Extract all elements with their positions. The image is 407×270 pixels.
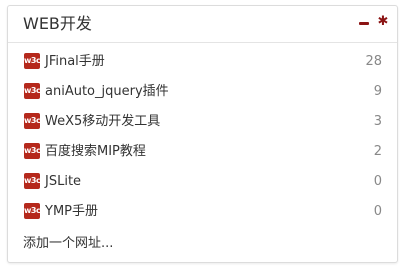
item-label[interactable]: aniAuto_jquery插件	[45, 83, 169, 101]
item-label[interactable]: WeX5移动开发工具	[45, 113, 160, 131]
list-item[interactable]: w3c YMP手册 0	[8, 198, 397, 228]
web-dev-panel: WEB开发 ✱ w3c JFinal手册 28 w3c aniAuto_jque…	[7, 5, 398, 263]
panel-title: WEB开发	[23, 14, 92, 33]
panel-header: WEB开发 ✱	[8, 6, 397, 43]
w3c-icon: w3c	[24, 113, 40, 129]
w3c-icon: w3c	[24, 203, 40, 219]
w3c-icon: w3c	[24, 173, 40, 189]
list-item[interactable]: w3c 百度搜索MIP教程 2	[8, 138, 397, 168]
bookmark-list: w3c JFinal手册 28 w3c aniAuto_jquery插件 9 w…	[8, 48, 397, 228]
gear-icon[interactable]: ✱	[376, 14, 390, 30]
item-count: 2	[373, 144, 382, 159]
item-label[interactable]: YMP手册	[45, 203, 98, 221]
list-item[interactable]: w3c JFinal手册 28	[8, 48, 397, 78]
minus-icon[interactable]	[359, 17, 369, 29]
w3c-icon: w3c	[24, 143, 40, 159]
item-count: 0	[373, 204, 382, 219]
w3c-icon: w3c	[24, 53, 40, 69]
item-count: 9	[373, 84, 382, 99]
w3c-icon: w3c	[24, 83, 40, 99]
list-item[interactable]: w3c WeX5移动开发工具 3	[8, 108, 397, 138]
add-url-link[interactable]: 添加一个网址...	[23, 235, 113, 253]
list-item[interactable]: w3c aniAuto_jquery插件 9	[8, 78, 397, 108]
item-count: 28	[365, 54, 382, 69]
item-label[interactable]: JSLite	[45, 173, 81, 191]
item-count: 3	[373, 114, 382, 129]
item-label[interactable]: JFinal手册	[45, 53, 105, 71]
list-item[interactable]: w3c JSLite 0	[8, 168, 397, 198]
item-count: 0	[373, 174, 382, 189]
item-label[interactable]: 百度搜索MIP教程	[45, 143, 146, 161]
